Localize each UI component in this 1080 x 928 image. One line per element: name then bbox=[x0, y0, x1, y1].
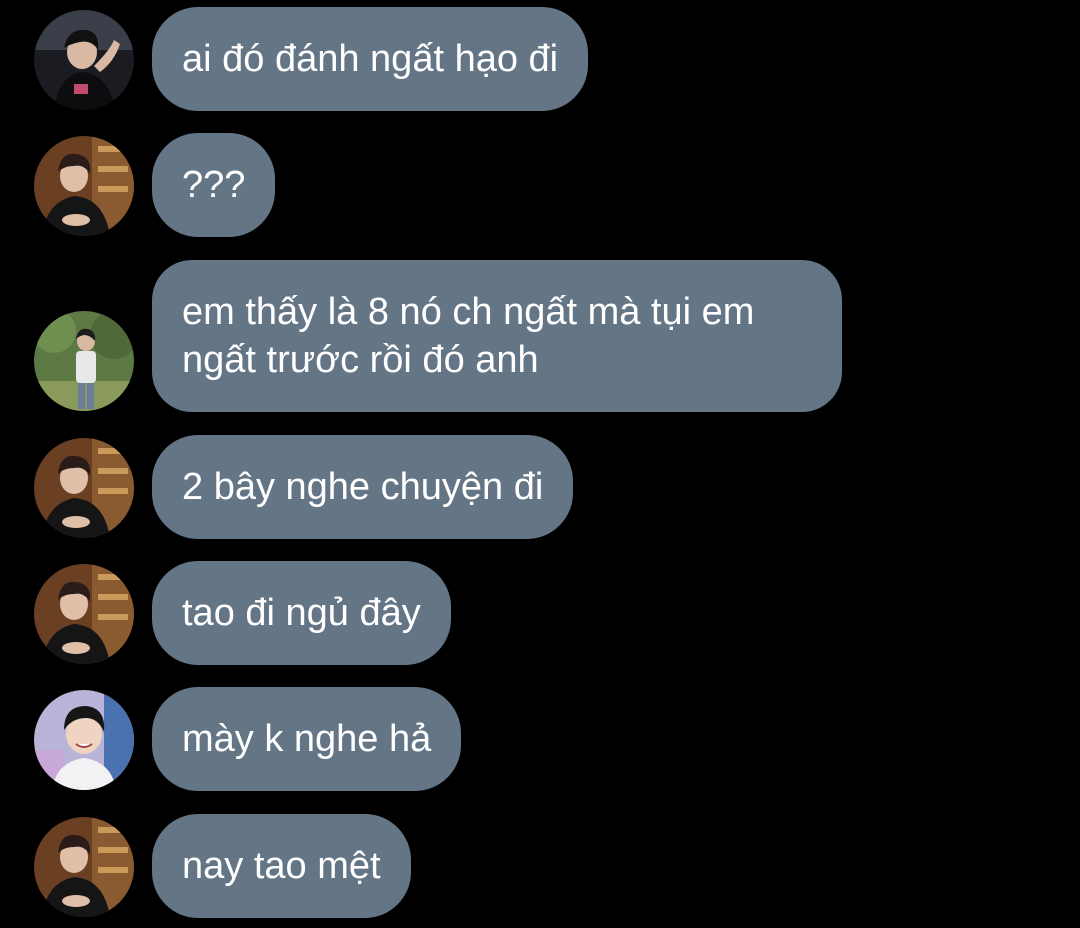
user-avatar-b-icon bbox=[34, 438, 134, 538]
user-avatar-d-icon bbox=[34, 690, 134, 790]
user-avatar-a-icon bbox=[34, 10, 134, 110]
user-avatar-b-icon bbox=[34, 564, 134, 664]
user-avatar-c-icon bbox=[34, 311, 134, 411]
avatar[interactable] bbox=[34, 136, 134, 236]
message-bubble[interactable]: tao đi ngủ đây bbox=[152, 561, 451, 665]
message-text: ai đó đánh ngất hạo đi bbox=[182, 38, 559, 80]
message-bubble[interactable]: ai đó đánh ngất hạo đi bbox=[152, 7, 589, 111]
message-text: tao đi ngủ đây bbox=[182, 592, 421, 634]
message-bubble[interactable]: ??? bbox=[152, 133, 276, 237]
chat-thread: ai đó đánh ngất hạo đi ??? em thấy là 8 … bbox=[0, 0, 1080, 928]
message-bubble[interactable]: mày k nghe hả bbox=[152, 687, 462, 791]
user-avatar-b-icon bbox=[34, 817, 134, 917]
avatar[interactable] bbox=[34, 438, 134, 538]
avatar[interactable] bbox=[34, 10, 134, 110]
message-text: em thấy là 8 nó ch ngất mà tụi em ngất t… bbox=[182, 291, 755, 381]
avatar[interactable] bbox=[34, 817, 134, 917]
user-avatar-b-icon bbox=[34, 136, 134, 236]
avatar[interactable] bbox=[34, 564, 134, 664]
message-bubble[interactable]: 2 bây nghe chuyện đi bbox=[152, 435, 574, 539]
message-text: 2 bây nghe chuyện đi bbox=[182, 466, 544, 508]
avatar[interactable] bbox=[34, 311, 134, 411]
message-bubble[interactable]: em thấy là 8 nó ch ngất mà tụi em ngất t… bbox=[152, 260, 842, 412]
avatar[interactable] bbox=[34, 690, 134, 790]
message-text: ??? bbox=[182, 164, 246, 206]
message-bubble[interactable]: nay tao mệt bbox=[152, 814, 411, 918]
message-text: nay tao mệt bbox=[182, 845, 381, 887]
message-text: mày k nghe hả bbox=[182, 718, 432, 760]
